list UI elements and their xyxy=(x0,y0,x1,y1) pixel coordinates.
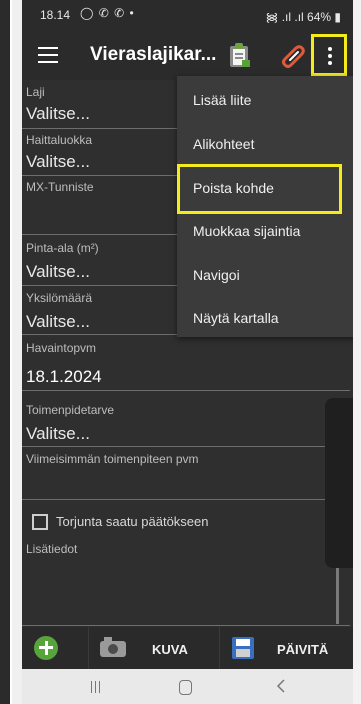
system-nav-bar xyxy=(22,669,353,704)
back-icon[interactable] xyxy=(274,678,290,694)
viimeisimman-pvm-underline xyxy=(22,499,350,500)
lisatiedot-underline xyxy=(22,625,350,626)
form-scrollbar[interactable] xyxy=(336,568,339,624)
toimenpidetarve-label: Toimenpidetarve xyxy=(26,403,115,417)
more-options-button[interactable] xyxy=(311,34,347,76)
viimeisimman-pvm-label: Viimeisimmän toimenpiteen pvm xyxy=(26,452,199,466)
highlight-poista-kohde xyxy=(177,164,342,214)
recent-apps-icon[interactable] xyxy=(90,681,102,693)
status-bar: 18.14 ◯ ✆ ✆ • ᯼ .ıl .ıl 64% ▮ xyxy=(22,0,353,30)
paperclip-icon[interactable] xyxy=(280,42,306,68)
app-toolbar: Vieraslajikar... xyxy=(22,30,353,80)
pinta-ala-select[interactable]: Valitse... xyxy=(26,262,90,282)
status-signal-battery: ᯼ .ıl .ıl 64% ▮ xyxy=(265,10,341,24)
yksilomaara-label: Yksilömäärä xyxy=(26,291,93,305)
phone-screen: 18.14 ◯ ✆ ✆ • ᯼ .ıl .ıl 64% ▮ Vieraslaji… xyxy=(22,0,353,704)
torjunta-label: Torjunta saatu päätökseen xyxy=(56,514,209,529)
camera-icon[interactable] xyxy=(100,637,126,657)
laji-select[interactable]: Valitse... xyxy=(26,104,90,124)
lisatiedot-input[interactable] xyxy=(26,564,326,604)
menu-item-muokkaa-sijaintia[interactable]: Muokkaa sijaintia xyxy=(193,223,300,239)
yksilomaara-select[interactable]: Valitse... xyxy=(26,312,90,332)
haittaluokka-label: Haittaluokka xyxy=(26,133,93,147)
havaintopvm-underline xyxy=(22,390,350,391)
viimeisimman-pvm-input[interactable] xyxy=(26,472,326,498)
haittaluokka-select[interactable]: Valitse... xyxy=(26,152,90,172)
lisatiedot-label: Lisätiedot xyxy=(26,542,78,556)
mx-tunniste-label: MX-Tunniste xyxy=(26,180,94,194)
menu-item-alikohteet[interactable]: Alikohteet xyxy=(193,136,254,152)
left-screen-edge xyxy=(0,0,22,704)
edge-panel-handle[interactable] xyxy=(325,398,353,568)
plus-circle-icon[interactable] xyxy=(34,636,58,660)
menu-item-lisaa-liite[interactable]: Lisää liite xyxy=(193,92,251,108)
havaintopvm-input[interactable]: 18.1.2024 xyxy=(26,367,102,387)
pinta-ala-label: Pinta-ala (m²) xyxy=(26,241,99,255)
status-time: 18.14 xyxy=(40,8,71,22)
page-title: Vieraslajikar... xyxy=(90,44,217,65)
toimenpidetarve-underline xyxy=(22,446,350,447)
laji-label: Laji xyxy=(26,85,45,99)
floppy-disk-icon[interactable] xyxy=(232,637,254,659)
bottom-action-bar: KUVA PÄIVITÄ xyxy=(22,627,353,669)
more-vertical-icon xyxy=(328,47,332,51)
status-notification-icons: ◯ ✆ ✆ • xyxy=(80,6,135,20)
home-icon[interactable] xyxy=(179,680,192,695)
toimenpidetarve-select[interactable]: Valitse... xyxy=(26,424,90,444)
havaintopvm-label: Havaintopvm xyxy=(26,341,97,355)
torjunta-checkbox[interactable] xyxy=(32,514,48,530)
right-screen-edge xyxy=(353,0,361,704)
clipboard-icon[interactable] xyxy=(229,42,251,68)
kuva-button[interactable]: KUVA xyxy=(152,642,188,657)
menu-item-nayta-kartalla[interactable]: Näytä kartalla xyxy=(193,310,279,326)
paivita-button[interactable]: PÄIVITÄ xyxy=(277,642,328,657)
hamburger-icon[interactable] xyxy=(38,47,58,63)
menu-item-navigoi[interactable]: Navigoi xyxy=(193,267,240,283)
